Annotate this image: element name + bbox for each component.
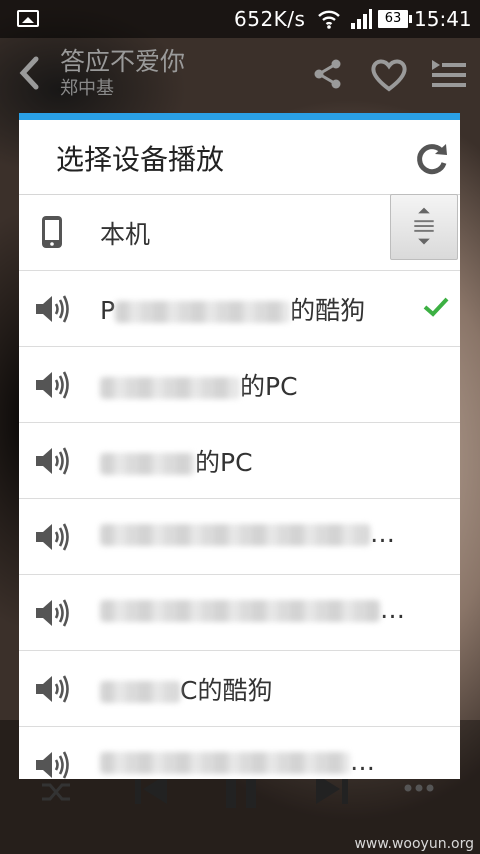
speaker-icon bbox=[34, 293, 70, 325]
speaker-icon bbox=[34, 369, 70, 401]
device-label: … bbox=[100, 595, 405, 624]
status-bar: 652K/s 63 15:41 bbox=[0, 0, 480, 38]
fast-scroll-handle[interactable] bbox=[390, 194, 458, 260]
more-options-icon[interactable] bbox=[404, 784, 434, 792]
redacted-text bbox=[100, 377, 240, 399]
dialog-title: 选择设备播放 bbox=[56, 143, 225, 176]
scroll-arrows-icon bbox=[414, 207, 434, 245]
speaker-icon bbox=[34, 749, 70, 779]
device-row[interactable]: C的酷狗 bbox=[19, 651, 460, 727]
back-icon[interactable] bbox=[18, 56, 40, 90]
song-title: 答应不爱你 bbox=[60, 47, 186, 76]
device-label: 的PC bbox=[100, 443, 253, 479]
speaker-icon bbox=[34, 673, 70, 705]
watermark: www.wooyun.org bbox=[354, 836, 474, 852]
device-label: … bbox=[100, 747, 375, 776]
picture-notification-icon bbox=[17, 10, 39, 27]
device-row[interactable]: 的PC bbox=[19, 347, 460, 423]
favorite-heart-icon[interactable] bbox=[370, 58, 408, 92]
signal-icon bbox=[351, 9, 372, 29]
device-list: 本机 P 的酷狗的PC 的PC … … C的酷狗 … bbox=[19, 195, 460, 779]
redacted-text bbox=[100, 453, 195, 475]
battery-icon: 63 bbox=[378, 10, 412, 28]
refresh-icon[interactable] bbox=[415, 142, 449, 176]
device-row[interactable]: 的PC bbox=[19, 423, 460, 499]
speaker-icon bbox=[34, 445, 70, 477]
device-label: P 的酷狗 bbox=[100, 296, 366, 325]
device-row[interactable]: … bbox=[19, 727, 460, 779]
device-picker-dialog: 选择设备播放 本机 P 的酷狗的PC 的PC … … C的酷狗 … bbox=[19, 113, 460, 779]
dialog-header: 选择设备播放 bbox=[19, 120, 460, 195]
device-label: 的PC bbox=[100, 367, 298, 403]
redacted-text bbox=[100, 681, 180, 703]
share-icon[interactable] bbox=[312, 58, 344, 90]
shuffle-icon[interactable] bbox=[40, 780, 74, 804]
clock: 15:41 bbox=[414, 7, 472, 31]
dialog-accent-bar bbox=[19, 113, 460, 120]
device-row[interactable]: … bbox=[19, 575, 460, 651]
playlist-menu-icon[interactable] bbox=[432, 60, 466, 90]
redacted-text bbox=[115, 301, 291, 323]
song-artist: 郑中基 bbox=[60, 78, 114, 99]
speaker-icon bbox=[34, 521, 70, 553]
redacted-text bbox=[100, 600, 380, 622]
wifi-icon bbox=[318, 10, 340, 29]
speaker-icon bbox=[34, 597, 70, 629]
device-label: 本机 bbox=[100, 220, 151, 249]
redacted-text bbox=[100, 752, 350, 774]
network-speed: 652K/s bbox=[234, 7, 306, 31]
device-label: C的酷狗 bbox=[100, 671, 272, 707]
device-row[interactable]: … bbox=[19, 499, 460, 575]
device-row[interactable]: P 的酷狗 bbox=[19, 271, 460, 347]
redacted-text bbox=[100, 524, 370, 546]
player-header: 答应不爱你 郑中基 bbox=[0, 38, 480, 110]
selected-check-icon bbox=[423, 297, 449, 317]
phone-icon bbox=[40, 215, 64, 249]
device-label: … bbox=[100, 519, 395, 548]
